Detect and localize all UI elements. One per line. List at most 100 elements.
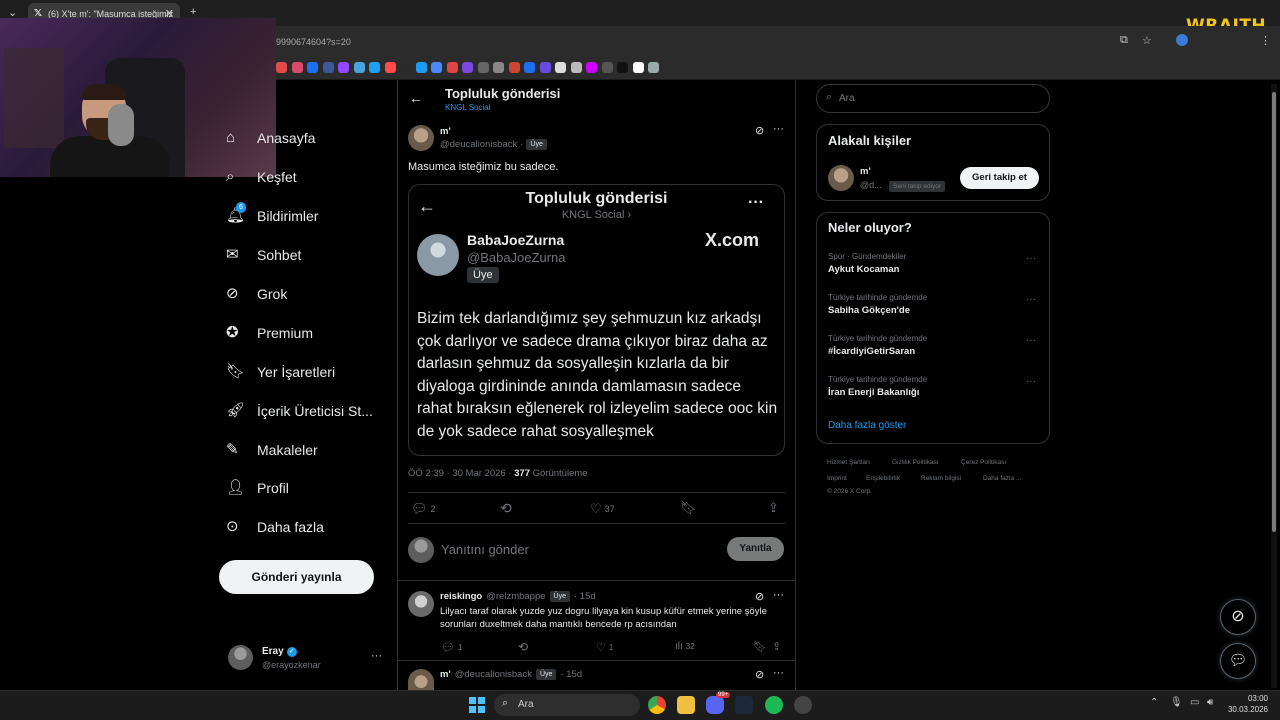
footer-link[interactable]: Gizlilik Politikası bbox=[892, 459, 939, 466]
community-link[interactable]: KNGL Social bbox=[445, 103, 491, 112]
reply-avatar[interactable] bbox=[408, 669, 434, 690]
bookmark-favicon-icon[interactable] bbox=[431, 62, 442, 73]
trend-name[interactable]: Aykut Kocaman bbox=[828, 264, 899, 275]
clock-time[interactable]: 03:00 bbox=[1226, 694, 1268, 703]
bookmark-favicon-icon[interactable] bbox=[648, 62, 659, 73]
post-author-handle[interactable]: @deucalionisback bbox=[440, 139, 517, 150]
install-app-icon[interactable]: ⧉ bbox=[1120, 34, 1128, 47]
repost-icon[interactable]: ⟲ bbox=[500, 500, 512, 517]
bookmark-favicon-icon[interactable] bbox=[508, 62, 520, 73]
new-tab-icon[interactable]: + bbox=[190, 6, 196, 18]
reply-grok-icon[interactable]: ⊘ bbox=[755, 668, 764, 681]
bookmark-favicon-icon[interactable] bbox=[369, 62, 380, 73]
bookmark-favicon-icon[interactable] bbox=[322, 62, 334, 73]
nav-item-more-circle[interactable]: ⊙ Daha fazla bbox=[226, 512, 324, 542]
post-author-name[interactable]: m' bbox=[440, 126, 451, 137]
bookmark-favicon-icon[interactable] bbox=[493, 62, 504, 73]
trend-name[interactable]: #İcardiyiGetirSaran bbox=[828, 346, 915, 357]
nav-item-premium[interactable]: ✪ Premium bbox=[226, 318, 313, 348]
nav-item-person[interactable]: 👤︎ Profil bbox=[226, 473, 289, 503]
trend-more-icon[interactable]: ··· bbox=[1026, 253, 1036, 264]
footer-link[interactable]: Hizmet Şartları bbox=[827, 459, 870, 466]
bookmark-favicon-icon[interactable] bbox=[384, 62, 396, 73]
footer-link[interactable]: Reklam bilgisi bbox=[921, 475, 961, 482]
account-menu-icon[interactable]: ··· bbox=[371, 650, 382, 662]
account-avatar[interactable] bbox=[228, 645, 253, 670]
trend-more-icon[interactable]: ··· bbox=[1026, 376, 1036, 387]
reply-button[interactable]: Yanıtla bbox=[727, 537, 784, 561]
bookmark-star-icon[interactable]: ☆ bbox=[1142, 34, 1152, 47]
bookmark-favicon-icon[interactable] bbox=[462, 62, 473, 73]
footer-link[interactable]: Çerez Politikası bbox=[961, 459, 1006, 466]
reply-reply-action[interactable]: 💬︎ 1 bbox=[441, 641, 462, 654]
post-author-avatar[interactable] bbox=[408, 125, 434, 151]
post-button[interactable]: Gönderi yayınla bbox=[219, 560, 374, 594]
extension-icon[interactable] bbox=[1176, 34, 1188, 46]
bookmark-favicon-icon[interactable] bbox=[477, 62, 489, 73]
trend-name[interactable]: İran Enerji Bakanlığı bbox=[828, 387, 919, 398]
follow-back-button[interactable]: Geri takip et bbox=[960, 167, 1039, 189]
related-avatar[interactable] bbox=[828, 165, 854, 191]
bookmark-favicon-icon[interactable] bbox=[570, 62, 582, 73]
reply-repost-icon[interactable]: ⟲ bbox=[518, 640, 528, 654]
bookmark-favicon-icon[interactable] bbox=[632, 62, 644, 73]
reply-handle[interactable]: @relzmbappe bbox=[486, 591, 545, 602]
microphone-icon[interactable]: 🎙︎ bbox=[1170, 697, 1183, 708]
nav-item-bell[interactable]: 🔔︎ 6 Bildirimler bbox=[226, 201, 318, 231]
bookmark-favicon-icon[interactable] bbox=[524, 62, 535, 73]
bookmark-favicon-icon[interactable] bbox=[307, 62, 318, 73]
bookmark-favicon-icon[interactable] bbox=[353, 62, 365, 73]
bookmark-favicon-icon[interactable] bbox=[617, 62, 628, 73]
like-action[interactable]: ♡ 37 bbox=[590, 501, 615, 517]
footer-link[interactable]: Erişilebilirlik bbox=[866, 475, 900, 482]
bookmark-favicon-icon[interactable] bbox=[291, 62, 303, 73]
trend-name[interactable]: Sabiha Gökçen'de bbox=[828, 305, 910, 316]
taskbar-search[interactable] bbox=[494, 694, 640, 716]
bookmark-favicon-icon[interactable] bbox=[400, 62, 411, 73]
back-arrow-icon[interactable]: ← bbox=[409, 90, 423, 106]
nav-item-grok[interactable]: ⊘ Grok bbox=[226, 279, 287, 309]
bookmark-favicon-icon[interactable] bbox=[446, 62, 458, 73]
reply-views-action[interactable]: ılı 32 bbox=[675, 641, 695, 652]
reply-author[interactable]: m' bbox=[440, 669, 451, 680]
reply-avatar[interactable] bbox=[408, 591, 434, 617]
reply-more-icon[interactable]: ··· bbox=[773, 667, 784, 679]
grok-fab-button[interactable]: ⊘ bbox=[1220, 599, 1256, 635]
bookmark-favicon-icon[interactable] bbox=[555, 62, 566, 73]
nav-item-bookmark[interactable]: 🔖︎ Yer İşaretleri bbox=[226, 357, 335, 387]
trend-more-icon[interactable]: ··· bbox=[1026, 335, 1036, 346]
footer-link[interactable]: Imprint bbox=[827, 475, 847, 482]
scrollbar-thumb[interactable] bbox=[1272, 92, 1276, 532]
reply-share-icon[interactable]: ⇪ bbox=[772, 640, 781, 653]
share-icon[interactable]: ⇪ bbox=[768, 500, 779, 516]
messages-fab-button[interactable]: 💬︎ bbox=[1220, 643, 1256, 679]
network-icon[interactable]: ▭ bbox=[1190, 697, 1199, 708]
reply-input[interactable]: Yanıtını gönder bbox=[441, 542, 529, 557]
explorer-taskbar-icon[interactable] bbox=[677, 696, 695, 714]
reply-handle[interactable]: @deucalionisback bbox=[455, 669, 532, 680]
bookmark-favicon-icon[interactable] bbox=[601, 62, 613, 73]
bookmark-favicon-icon[interactable] bbox=[586, 62, 597, 73]
bookmark-action-icon[interactable]: 🔖︎ bbox=[680, 500, 697, 516]
reply-more-icon[interactable]: ··· bbox=[773, 589, 784, 601]
bookmark-favicon-icon[interactable] bbox=[338, 62, 349, 73]
app-taskbar-icon[interactable] bbox=[794, 696, 812, 714]
related-name[interactable]: m' bbox=[860, 166, 871, 177]
reply-author[interactable]: reiskingo bbox=[440, 591, 482, 602]
nav-item-home[interactable]: ⌂ Anasayfa bbox=[226, 123, 315, 153]
reply-like-action[interactable]: ♡ 1 bbox=[596, 641, 613, 654]
nav-item-article[interactable]: ✎ Makaleler bbox=[226, 435, 318, 465]
steam-taskbar-icon[interactable] bbox=[735, 696, 753, 714]
clock-date[interactable]: 30.03.2026 bbox=[1222, 705, 1268, 714]
nav-item-mail[interactable]: ✉ Sohbet bbox=[226, 240, 301, 270]
account-name-row[interactable]: Eray ✓ bbox=[262, 646, 297, 657]
nav-item-rocket[interactable]: 🚀︎ İçerik Üreticisi St... bbox=[226, 396, 373, 426]
grok-post-icon[interactable]: ⊘ bbox=[755, 124, 764, 137]
bookmark-favicon-icon[interactable] bbox=[276, 62, 287, 73]
bookmark-favicon-icon[interactable] bbox=[415, 62, 427, 73]
chrome-taskbar-icon[interactable] bbox=[648, 696, 666, 714]
tray-chevron-icon[interactable]: ⌃ bbox=[1150, 697, 1158, 708]
volume-icon[interactable]: 🔊︎ bbox=[1207, 697, 1213, 708]
spotify-taskbar-icon[interactable] bbox=[765, 696, 783, 714]
footer-link[interactable]: Daha fazla ... bbox=[983, 475, 1021, 482]
